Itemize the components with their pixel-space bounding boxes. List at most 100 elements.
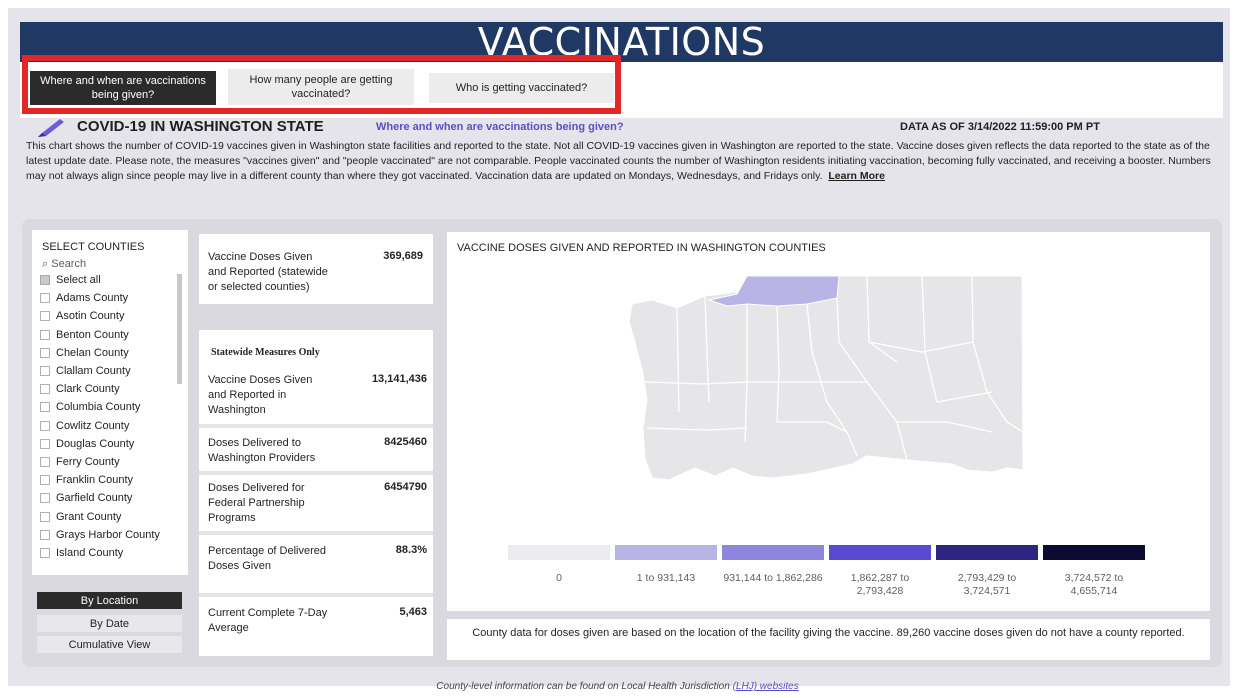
- checkbox-icon: [40, 311, 50, 322]
- lhj-link[interactable]: (LHJ) websites: [733, 681, 799, 692]
- checkbox-icon: [40, 475, 50, 486]
- county-checkbox[interactable]: Clallam County: [40, 365, 131, 377]
- slicer-search[interactable]: ⌕ Search: [42, 258, 86, 271]
- kpi-label: Vaccine Doses Given and Reported (statew…: [208, 251, 328, 293]
- checkbox-icon: [40, 384, 50, 395]
- checkbox-icon: [40, 275, 50, 285]
- legend-swatch-4: [936, 545, 1038, 560]
- county-checkbox[interactable]: Douglas County: [40, 438, 134, 450]
- checkbox-icon: [40, 402, 50, 413]
- measure-value: 88.3%: [395, 544, 427, 556]
- footer-text: County-level information can be found on…: [436, 681, 730, 692]
- measure-label: Doses Delivered for Federal Partnership …: [208, 482, 305, 524]
- county-checkbox[interactable]: Columbia County: [40, 401, 140, 413]
- county-label: Douglas County: [56, 437, 135, 450]
- county-checkbox[interactable]: Grant County: [40, 511, 121, 523]
- checkbox-icon: [40, 329, 50, 340]
- search-icon: ⌕: [42, 258, 49, 270]
- note-card: County data for doses given are based on…: [447, 619, 1210, 660]
- county-label: Garfield County: [56, 492, 133, 505]
- county-checkbox[interactable]: Franklin County: [40, 474, 133, 486]
- map-card: VACCINE DOSES GIVEN AND REPORTED IN WASH…: [447, 232, 1210, 611]
- county-checkbox[interactable]: Cowlitz County: [40, 420, 129, 432]
- measure-label: Doses Delivered to Washington Providers: [208, 437, 316, 464]
- measure-value: 8425460: [384, 436, 427, 448]
- county-label: Adams County: [56, 292, 129, 305]
- measure-value: 6454790: [384, 481, 427, 493]
- legend-label: 3,724,572 to 4,655,714: [1064, 572, 1124, 597]
- tab-how-many[interactable]: How many people are getting vaccinated?: [228, 69, 414, 105]
- footer: County-level information can be found on…: [0, 681, 1235, 692]
- tab-who[interactable]: Who is getting vaccinated?: [429, 73, 614, 103]
- checkbox-icon: [40, 548, 50, 558]
- county-label: Select all: [56, 274, 101, 286]
- legend-label: 0: [556, 572, 562, 584]
- by-date-button[interactable]: By Date: [37, 615, 182, 632]
- pencil-icon: [38, 119, 64, 137]
- county-highlighted: [707, 275, 840, 307]
- county-label: Columbia County: [56, 401, 141, 414]
- county-label: Grays Harbor County: [56, 528, 160, 541]
- learn-more-link[interactable]: Learn More: [828, 170, 885, 182]
- legend-label: 2,793,429 to 3,724,571: [957, 572, 1017, 597]
- divider: [199, 531, 433, 535]
- county-label: Grant County: [56, 510, 122, 523]
- legend-swatch-1: [615, 545, 717, 560]
- title-banner: VACCINATIONS: [20, 22, 1223, 62]
- select-all-checkbox[interactable]: Select all: [40, 274, 101, 286]
- description-text: This chart shows the number of COVID-19 …: [26, 140, 1211, 182]
- checkbox-icon: [40, 438, 50, 449]
- checkbox-icon: [40, 529, 50, 540]
- cumulative-view-button[interactable]: Cumulative View: [37, 636, 182, 653]
- county-label: Cowlitz County: [56, 419, 130, 432]
- legend-label: 1 to 931,143: [636, 572, 696, 584]
- statewide-measures-card: Statewide Measures Only Vaccine Doses Gi…: [199, 330, 433, 656]
- tab-where-when[interactable]: Where and when are vaccinations being gi…: [30, 71, 216, 105]
- description: This chart shows the number of COVID-19 …: [26, 139, 1223, 184]
- checkbox-icon: [40, 511, 50, 522]
- doses-kpi-card: Vaccine Doses Given and Reported (statew…: [199, 234, 433, 304]
- county-shape: [628, 275, 1024, 481]
- checkbox-icon: [40, 347, 50, 358]
- county-label: Asotin County: [56, 310, 125, 323]
- legend-label: 931,144 to 1,862,286: [723, 572, 823, 584]
- legend-label: 1,862,287 to 2,793,428: [850, 572, 910, 597]
- measure-value: 13,141,436: [371, 373, 427, 385]
- county-checkbox[interactable]: Benton County: [40, 329, 129, 341]
- checkbox-icon: [40, 457, 50, 467]
- slicer-title: SELECT COUNTIES: [42, 241, 145, 253]
- county-checkbox[interactable]: Ferry County: [40, 456, 120, 468]
- county-checkbox[interactable]: Clark County: [40, 383, 120, 395]
- page-title: VACCINATIONS: [477, 22, 766, 62]
- county-checkbox[interactable]: Chelan County: [40, 347, 129, 359]
- county-checkbox[interactable]: Island County: [40, 547, 123, 559]
- county-label: Benton County: [56, 328, 129, 341]
- legend-swatch-3: [829, 545, 931, 560]
- data-date: DATA AS OF 3/14/2022 11:59:00 PM PT: [900, 121, 1100, 133]
- measure-label: Vaccine Doses Given and Reported in Wash…: [208, 374, 313, 416]
- measure-label: Percentage of Delivered Doses Given: [208, 545, 327, 572]
- legend-swatch-0: [508, 545, 610, 560]
- county-label: Clark County: [56, 383, 120, 396]
- measure-value: 5,463: [399, 606, 427, 618]
- checkbox-icon: [40, 420, 50, 431]
- scrollbar[interactable]: [177, 274, 182, 384]
- county-checkbox[interactable]: Adams County: [40, 292, 128, 304]
- by-location-button[interactable]: By Location: [37, 592, 182, 609]
- legend-swatch-5: [1043, 545, 1145, 560]
- washington-map[interactable]: [447, 232, 1210, 532]
- county-label: Franklin County: [56, 474, 134, 487]
- map-note: County data for doses given are based on…: [472, 627, 1185, 639]
- county-label: Ferry County: [56, 456, 120, 468]
- county-checkbox[interactable]: Garfield County: [40, 492, 132, 504]
- county-checkbox[interactable]: Asotin County: [40, 310, 124, 322]
- divider: [199, 424, 433, 428]
- divider: [199, 471, 433, 475]
- measure-label: Current Complete 7-Day Average: [208, 607, 328, 634]
- search-input[interactable]: Search: [51, 258, 86, 270]
- checkbox-icon: [40, 293, 50, 304]
- measures-heading: Statewide Measures Only: [211, 347, 320, 358]
- county-checkbox[interactable]: Grays Harbor County: [40, 529, 160, 541]
- county-label: Island County: [56, 547, 124, 559]
- checkbox-icon: [40, 493, 50, 504]
